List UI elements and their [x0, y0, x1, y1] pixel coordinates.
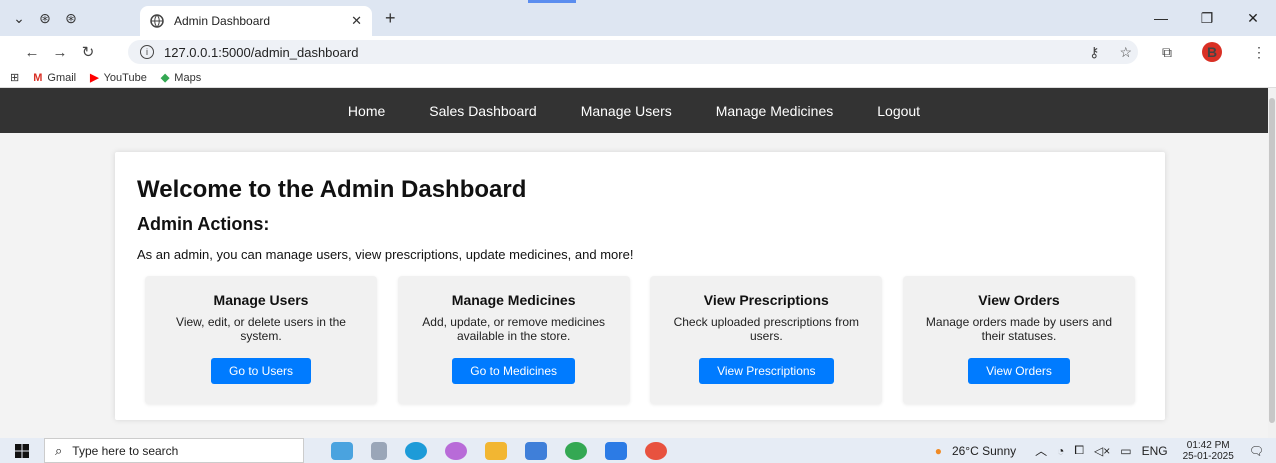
start-button[interactable] [0, 443, 44, 458]
toolbar-right: ⚷ ☆ ⧉ B ⋮ [1079, 40, 1276, 64]
card-desc: View, edit, or delete users in the syste… [176, 315, 346, 343]
battery-icon[interactable]: ▭ [1120, 444, 1131, 458]
widgets-icon[interactable] [331, 441, 353, 460]
view-prescriptions-button[interactable]: View Prescriptions [699, 357, 834, 384]
edge-icon[interactable] [405, 441, 427, 460]
search-placeholder: Type here to search [72, 443, 179, 458]
close-tab-icon[interactable]: ✕ [351, 13, 362, 29]
copilot-icon[interactable] [445, 441, 467, 460]
taskbar-search[interactable]: ⌕ Type here to search [44, 438, 304, 463]
reload-icon[interactable]: ↻ [74, 43, 102, 61]
card-desc: Add, update, or remove medicines availab… [422, 315, 606, 343]
close-window-icon[interactable]: ✕ [1230, 0, 1276, 36]
youtube-icon: ▶ [90, 72, 99, 84]
bookmark-star-icon[interactable]: ☆ [1119, 44, 1132, 61]
minimize-icon[interactable]: — [1138, 0, 1184, 36]
chrome-icon[interactable]: ⊛ [32, 5, 58, 31]
tab-search-icon[interactable]: ⌄ [6, 5, 32, 31]
page-scrollbar[interactable] [1268, 88, 1276, 438]
top-navbar: Home Sales Dashboard Manage Users Manage… [0, 88, 1268, 133]
section-title: Admin Actions: [137, 214, 270, 234]
bookmarks-bar: ⊞ M Gmail ▶ YouTube ◆ Maps [0, 68, 1276, 88]
site-info-icon[interactable]: i [140, 45, 154, 59]
menu-icon[interactable]: ⋮ [1252, 44, 1266, 61]
task-view-icon[interactable] [371, 441, 387, 460]
tab-admin-dashboard[interactable]: Admin Dashboard ✕ [140, 6, 372, 36]
password-key-icon[interactable]: ⚷ [1089, 44, 1099, 61]
new-tab-icon[interactable]: + [385, 8, 396, 29]
extensions-icon[interactable]: ⧉ [1162, 44, 1172, 61]
search-icon: ⌕ [55, 442, 63, 458]
apps-grid-icon[interactable]: ⊞ [10, 71, 19, 84]
page-title: Welcome to the Admin Dashboard [137, 176, 527, 203]
language-indicator[interactable]: ENG [1142, 444, 1168, 458]
bookmark-youtube[interactable]: ▶ YouTube [90, 71, 147, 85]
page-viewport: Home Sales Dashboard Manage Users Manage… [0, 88, 1268, 438]
windows-icon [15, 443, 29, 458]
card-title: View Orders [978, 292, 1060, 308]
card-title: Manage Users [213, 292, 309, 308]
system-tray: ● 26°C Sunny ︿ ◔ ⧠ ◁× ▭ ENG 01:42 PM 25-… [930, 438, 1276, 463]
action-cards: Manage Users View, edit, or delete users… [137, 276, 1143, 404]
file-explorer-icon[interactable] [485, 441, 507, 460]
network-icon[interactable]: ◔ [1057, 444, 1064, 458]
taskbar-apps [322, 441, 676, 460]
globe-icon [150, 14, 164, 28]
nav-sales-dashboard[interactable]: Sales Dashboard [429, 103, 536, 119]
onedrive-icon[interactable]: ⧠ [1074, 443, 1084, 458]
profile-avatar[interactable]: B [1192, 42, 1232, 62]
maps-icon: ◆ [160, 72, 170, 84]
card-title: Manage Medicines [451, 292, 576, 308]
url-text: 127.0.0.1:5000/admin_dashboard [164, 44, 359, 60]
windows-taskbar: ⌕ Type here to search ● 26°C Sunny ︿ ◔ ⧠… [0, 438, 1276, 463]
view-orders-button[interactable]: View Orders [968, 357, 1070, 384]
clock[interactable]: 01:42 PM 25-01-2025 [1183, 440, 1234, 462]
gmail-icon: M [33, 71, 43, 84]
go-to-users-button[interactable]: Go to Users [210, 357, 312, 384]
restore-icon[interactable]: ❐ [1184, 0, 1230, 36]
nav-home[interactable]: Home [348, 103, 385, 119]
weather-icon[interactable]: ● [935, 444, 942, 458]
card-desc: Manage orders made by users and their st… [925, 315, 1113, 343]
bookmark-gmail[interactable]: M Gmail [33, 72, 76, 84]
chrome-taskbar-icon[interactable] [565, 441, 587, 460]
card-desc: Check uploaded prescriptions from users. [673, 315, 860, 343]
go-to-medicines-button[interactable]: Go to Medicines [452, 357, 576, 384]
volume-icon[interactable]: ◁× [1094, 444, 1110, 458]
card-manage-medicines: Manage Medicines Add, update, or remove … [397, 276, 630, 404]
bookmark-maps[interactable]: ◆ Maps [160, 71, 201, 85]
card-title: View Prescriptions [703, 292, 829, 308]
mail-icon[interactable] [525, 441, 547, 460]
tray-chevron-icon[interactable]: ︿ [1035, 442, 1047, 459]
card-view-prescriptions: View Prescriptions Check uploaded prescr… [650, 276, 883, 404]
vscode-icon[interactable] [605, 441, 627, 460]
nav-manage-users[interactable]: Manage Users [581, 103, 672, 119]
window-controls: — ❐ ✕ [1138, 0, 1276, 36]
card-manage-users: Manage Users View, edit, or delete users… [145, 276, 377, 404]
nav-logout[interactable]: Logout [877, 103, 920, 119]
address-bar-row: ← → ↻ i 127.0.0.1:5000/admin_dashboard ⚷… [0, 36, 1276, 68]
loading-indicator [528, 0, 576, 3]
weather-text[interactable]: 26°C Sunny [952, 444, 1016, 458]
dashboard-container: Welcome to the Admin Dashboard Admin Act… [115, 152, 1165, 420]
back-icon[interactable]: ← [18, 44, 46, 61]
browser-tabbar: ⌄ ⊛ ⊛ Admin Dashboard ✕ + — ❐ ✕ [0, 0, 1276, 36]
intro-text: As an admin, you can manage users, view … [137, 247, 634, 262]
chrome-profile-icon[interactable] [645, 441, 667, 460]
scrollbar-thumb[interactable] [1269, 98, 1275, 423]
notifications-icon[interactable]: 🗨 [1249, 444, 1264, 458]
clock-date: 25-01-2025 [1182, 450, 1234, 462]
clock-time: 01:42 PM [1186, 439, 1230, 451]
forward-icon[interactable]: → [46, 44, 74, 61]
url-bar[interactable]: i 127.0.0.1:5000/admin_dashboard [128, 40, 1138, 64]
chrome-icon-2[interactable]: ⊛ [58, 5, 84, 31]
tab-title: Admin Dashboard [174, 14, 271, 28]
nav-manage-medicines[interactable]: Manage Medicines [716, 103, 834, 119]
card-view-orders: View Orders Manage orders made by users … [902, 276, 1135, 404]
